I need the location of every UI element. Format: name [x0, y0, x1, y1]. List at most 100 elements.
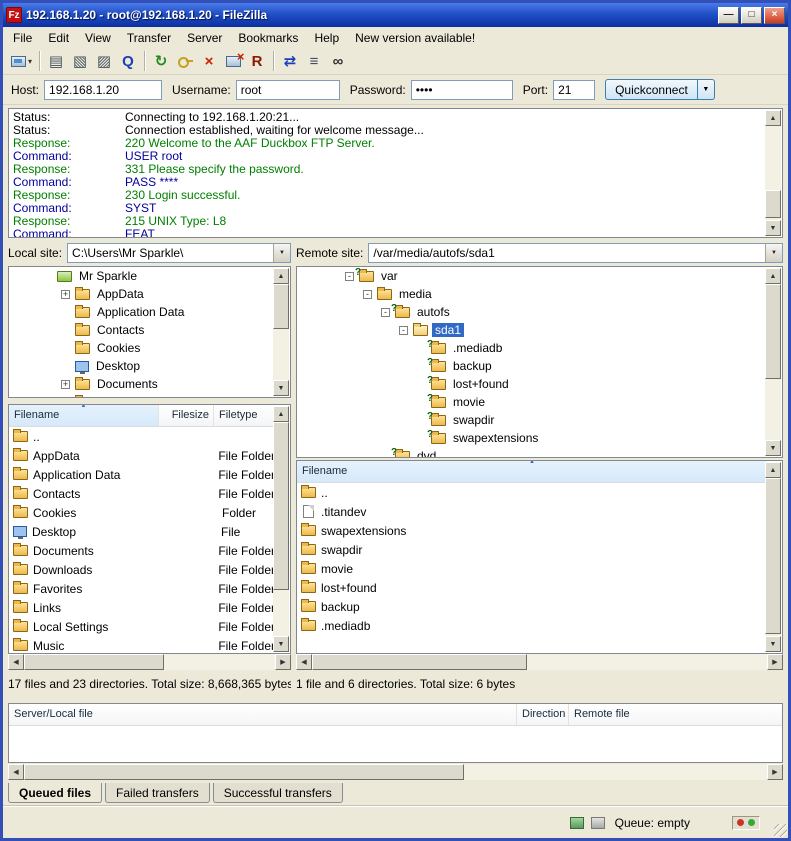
column-header-filetype[interactable]: Filetype: [214, 405, 275, 426]
tree-item-application-data[interactable]: Application Data: [27, 303, 275, 321]
scroll-up-icon[interactable]: ▲: [765, 110, 781, 126]
tree-item-sda1[interactable]: -sda1: [369, 321, 767, 339]
tree-item-downloads[interactable]: +Downloads: [27, 393, 275, 398]
file-row-swapextensions[interactable]: swapextensions: [297, 521, 767, 540]
title-bar[interactable]: Fz 192.168.1.20 - root@192.168.1.20 - Fi…: [3, 3, 788, 27]
file-row-backup[interactable]: backup: [297, 597, 767, 616]
file-row-swapdir[interactable]: swapdir: [297, 540, 767, 559]
column-header-filename[interactable]: Filename▲: [9, 405, 159, 426]
remote-tree-vertical-scrollbar[interactable]: ▲ ▼: [765, 268, 781, 456]
scroll-thumb[interactable]: [273, 284, 289, 329]
queue-column-header-direction[interactable]: Direction: [517, 704, 569, 725]
scroll-down-icon[interactable]: ▼: [765, 220, 781, 236]
file-row-downloads[interactable]: DownloadsFile Folder: [9, 560, 275, 579]
scroll-up-icon[interactable]: ▲: [765, 268, 781, 284]
menu-edit[interactable]: Edit: [40, 27, 77, 48]
scroll-right-icon[interactable]: ▶: [767, 764, 783, 780]
scroll-down-icon[interactable]: ▼: [273, 636, 289, 652]
tree-item-autofs[interactable]: -?autofs: [351, 303, 767, 321]
file-row-music[interactable]: MusicFile Folder: [9, 636, 275, 654]
scroll-thumb[interactable]: [312, 654, 527, 670]
password-input[interactable]: [411, 80, 513, 100]
menu-bookmarks[interactable]: Bookmarks: [230, 27, 306, 48]
file-row-contacts[interactable]: ContactsFile Folder: [9, 484, 275, 503]
file-row-titandev[interactable]: .titandev: [297, 502, 767, 521]
scroll-thumb[interactable]: [765, 190, 781, 218]
host-input[interactable]: [44, 80, 162, 100]
site-manager-button[interactable]: ▾: [8, 50, 35, 72]
file-row-desktop[interactable]: DesktopFile: [9, 522, 275, 541]
menu-help[interactable]: Help: [306, 27, 347, 48]
synchronized-browsing-button[interactable]: ⇄: [278, 50, 302, 72]
tree-item-mr-sparkle[interactable]: Mr Sparkle: [9, 267, 275, 285]
queue-column-header-remote-file[interactable]: Remote file: [569, 704, 782, 725]
toggle-queue-button[interactable]: Q: [116, 50, 140, 72]
menu-transfer[interactable]: Transfer: [119, 27, 179, 48]
local-tree-vertical-scrollbar[interactable]: ▲ ▼: [273, 268, 289, 396]
file-row-documents[interactable]: DocumentsFile Folder: [9, 541, 275, 560]
cancel-button[interactable]: ×: [197, 50, 221, 72]
menu-file[interactable]: File: [5, 27, 40, 48]
queue-column-header-server-local-file[interactable]: Server/Local file: [9, 704, 517, 725]
directory-comparison-button[interactable]: ≡: [302, 50, 326, 72]
queue-horizontal-scrollbar[interactable]: ◀ ▶: [8, 764, 783, 780]
scroll-thumb[interactable]: [24, 654, 164, 670]
resize-grip[interactable]: [774, 824, 787, 837]
minimize-button[interactable]: —: [718, 7, 739, 24]
find-files-button[interactable]: ∞: [326, 50, 350, 72]
disconnect-button[interactable]: [221, 50, 245, 72]
combo-dropdown-icon[interactable]: ▼: [273, 244, 290, 262]
tree-expander-icon[interactable]: +: [61, 380, 70, 389]
scroll-right-icon[interactable]: ▶: [767, 654, 783, 670]
file-row-mediadb[interactable]: .mediadb: [297, 616, 767, 635]
toggle-remote-tree-button[interactable]: ▨: [92, 50, 116, 72]
toggle-local-tree-button[interactable]: ▧: [68, 50, 92, 72]
file-row-application-data[interactable]: Application DataFile Folder: [9, 465, 275, 484]
scroll-up-icon[interactable]: ▲: [273, 406, 289, 422]
tab-failed-transfers[interactable]: Failed transfers: [105, 783, 210, 803]
tree-item-appdata[interactable]: +AppData: [27, 285, 275, 303]
tree-item-swapextensions[interactable]: ?swapextensions: [387, 429, 767, 447]
tab-successful-transfers[interactable]: Successful transfers: [213, 783, 343, 803]
tree-item-mediadb[interactable]: ?.mediadb: [387, 339, 767, 357]
scroll-left-icon[interactable]: ◀: [8, 764, 24, 780]
scroll-thumb[interactable]: [273, 422, 289, 590]
tree-item-dvd[interactable]: ?dvd: [351, 447, 767, 458]
scroll-down-icon[interactable]: ▼: [765, 636, 781, 652]
file-row-movie[interactable]: movie: [297, 559, 767, 578]
combo-dropdown-icon[interactable]: ▼: [765, 244, 782, 262]
close-button[interactable]: ×: [764, 7, 785, 24]
scroll-thumb[interactable]: [765, 478, 781, 634]
scroll-thumb[interactable]: [24, 764, 464, 780]
menu-server[interactable]: Server: [179, 27, 230, 48]
file-row-links[interactable]: LinksFile Folder: [9, 598, 275, 617]
scroll-down-icon[interactable]: ▼: [765, 440, 781, 456]
local-list-horizontal-scrollbar[interactable]: ◀ ▶: [8, 654, 291, 670]
tree-item-swapdir[interactable]: ?swapdir: [387, 411, 767, 429]
column-header-filename[interactable]: Filename▲: [297, 461, 767, 482]
scroll-thumb[interactable]: [765, 284, 781, 379]
file-row-item[interactable]: ..: [297, 483, 767, 502]
quickconnect-dropdown-button[interactable]: ▼: [698, 79, 715, 100]
local-list-vertical-scrollbar[interactable]: ▲ ▼: [273, 406, 289, 652]
port-input[interactable]: [553, 80, 595, 100]
tree-item-backup[interactable]: ?backup: [387, 357, 767, 375]
tree-item-cookies[interactable]: Cookies: [27, 339, 275, 357]
log-vertical-scrollbar[interactable]: ▲ ▼: [765, 110, 781, 236]
tree-expander-icon[interactable]: -: [345, 272, 354, 281]
tree-expander-icon[interactable]: -: [363, 290, 372, 299]
file-row-lost-found[interactable]: lost+found: [297, 578, 767, 597]
remote-list-vertical-scrollbar[interactable]: ▲ ▼: [765, 462, 781, 652]
tree-item-lost-found[interactable]: ?lost+found: [387, 375, 767, 393]
tree-item-media[interactable]: -media: [333, 285, 767, 303]
menu-view[interactable]: View: [77, 27, 119, 48]
remote-site-combo[interactable]: /var/media/autofs/sda1 ▼: [368, 243, 783, 263]
tree-expander-icon[interactable]: -: [381, 308, 390, 317]
tree-item-var[interactable]: -?var: [315, 267, 767, 285]
quickconnect-button[interactable]: Quickconnect: [605, 79, 698, 100]
toggle-message-log-button[interactable]: ▤: [44, 50, 68, 72]
file-row-local-settings[interactable]: Local SettingsFile Folder: [9, 617, 275, 636]
scroll-left-icon[interactable]: ◀: [8, 654, 24, 670]
tree-item-documents[interactable]: +Documents: [27, 375, 275, 393]
scroll-right-icon[interactable]: ▶: [275, 654, 291, 670]
